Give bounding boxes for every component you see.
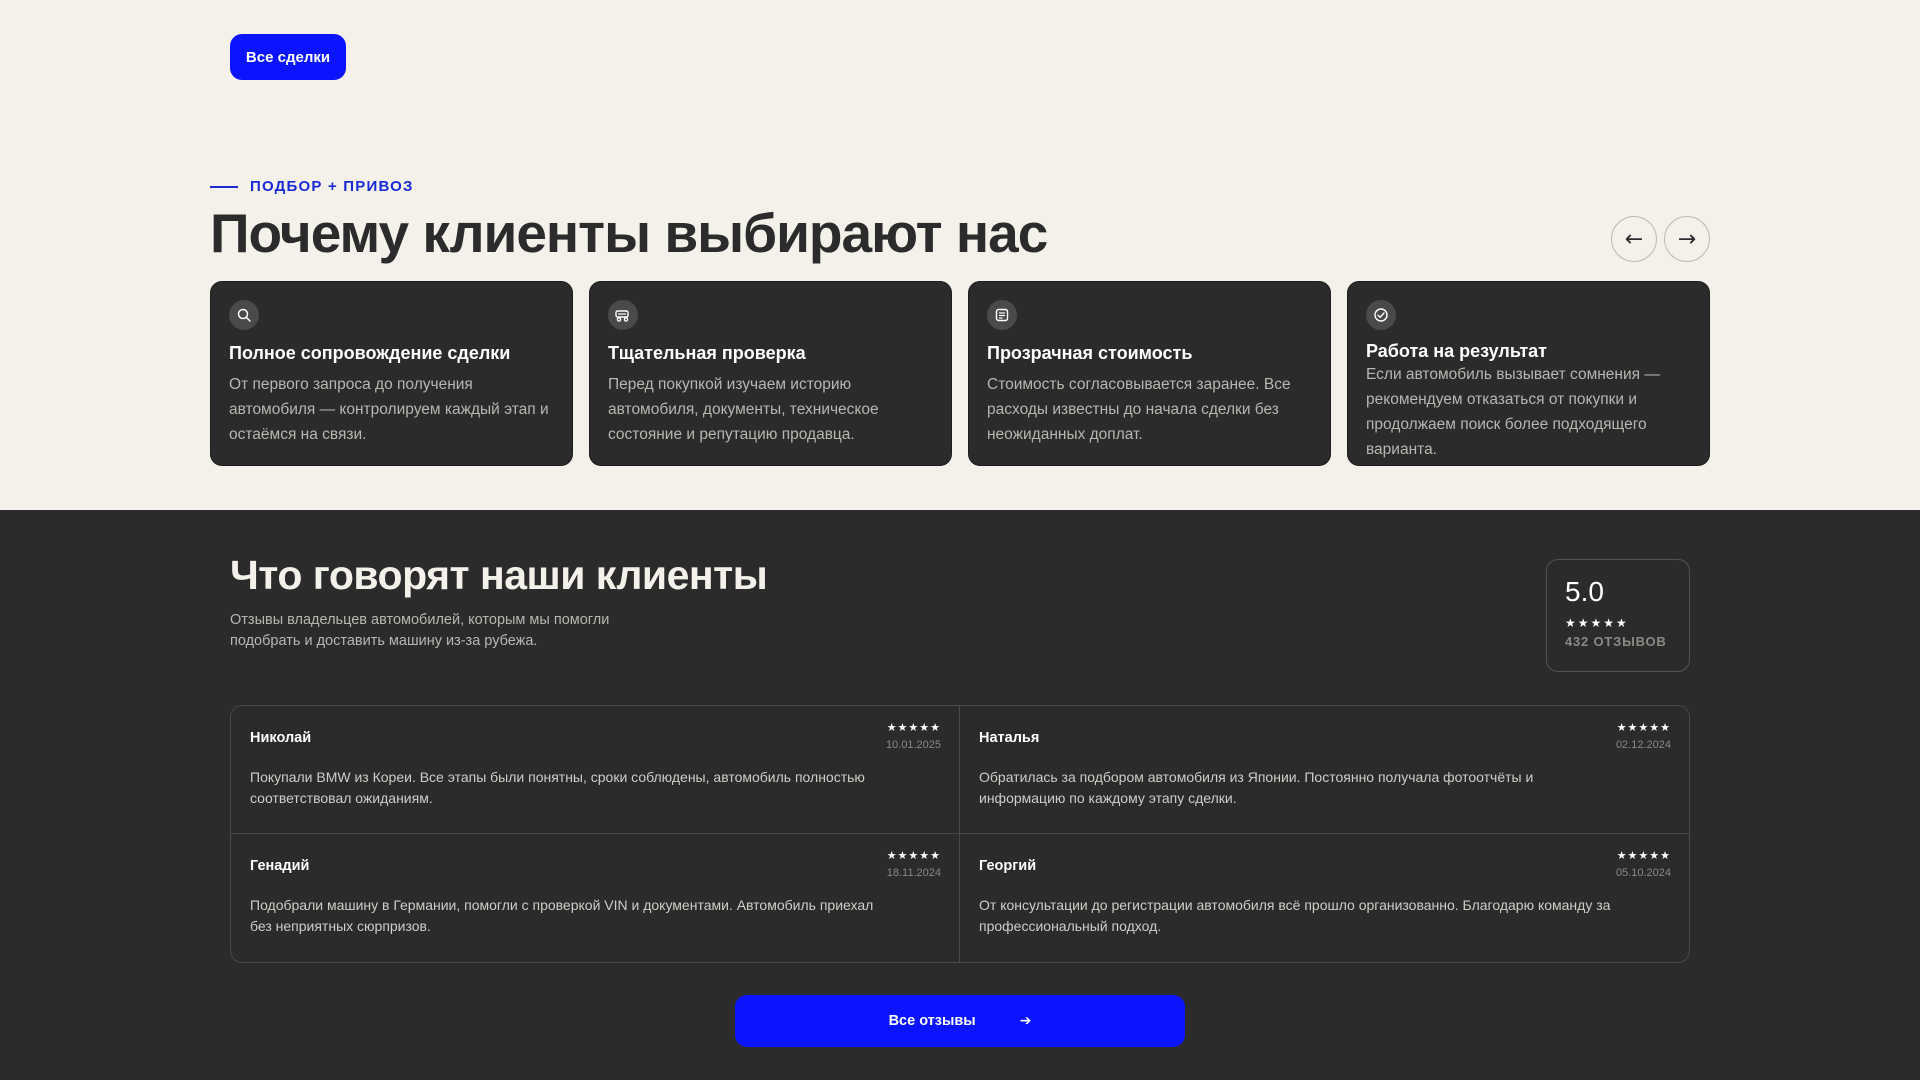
review-author: Георгий xyxy=(979,858,1037,874)
review-text: Покупали BMW из Кореи. Все этапы были по… xyxy=(250,769,865,806)
reviews-title: Что говорят наши клиенты xyxy=(230,552,768,598)
all-deals-button[interactable]: Все сделки xyxy=(230,34,346,80)
feature-card: Полное сопровождение сделки От первого з… xyxy=(210,281,573,466)
review-text: Обратилась за подбором автомобиля из Япо… xyxy=(979,769,1534,806)
feature-title: Работа на результат xyxy=(1366,341,1547,361)
feature-text: Перед покупкой изучаем историю автомобил… xyxy=(608,376,879,443)
review-author: Николай xyxy=(250,730,312,746)
search-icon xyxy=(229,300,259,330)
document-icon xyxy=(987,300,1017,330)
feature-card: Тщательная проверка Перед покупкой изуча… xyxy=(589,281,952,466)
review-date: 05.10.2024 xyxy=(1615,867,1671,879)
arrow-right-icon: ➔ xyxy=(1019,1013,1032,1029)
all-reviews-label: Все отзывы xyxy=(888,1013,976,1029)
review-date: 18.11.2024 xyxy=(886,867,941,879)
features-carousel: Полное сопровождение сделки От первого з… xyxy=(210,281,1710,466)
feature-text: Стоимость согласовывается заранее. Все р… xyxy=(987,376,1291,443)
rating-value: 5.0 xyxy=(1565,576,1604,607)
feature-title: Прозрачная стоимость xyxy=(987,343,1193,363)
review-date: 10.01.2025 xyxy=(885,739,941,751)
carousel-prev-button[interactable]: ← xyxy=(1611,216,1657,262)
all-reviews-button[interactable]: Все отзывы ➔ xyxy=(735,995,1185,1047)
reviews-subtitle: Отзывы владельцев автомобилей, которым м… xyxy=(230,612,610,649)
review-text: Подобрали машину в Германии, помогли с п… xyxy=(250,897,874,934)
review-card: Георгий ★★★★★ 05.10.2024 От консультации… xyxy=(960,834,1689,962)
section-eyebrow: ПОДБОР + ПРИВОЗ xyxy=(210,178,414,195)
eyebrow-line xyxy=(210,185,238,188)
review-stars: ★★★★★ xyxy=(1616,721,1671,734)
review-card: Наталья ★★★★★ 02.12.2024 Обратилась за п… xyxy=(960,706,1689,834)
feature-card: Прозрачная стоимость Стоимость согласовы… xyxy=(968,281,1331,466)
reviews-section: Что говорят наши клиенты Отзывы владельц… xyxy=(0,510,1920,1080)
reviews-grid: Николай ★★★★★ 10.01.2025 Покупали BMW из… xyxy=(230,705,1690,963)
review-stars: ★★★★★ xyxy=(886,849,941,862)
review-card: Генадий ★★★★★ 18.11.2024 Подобрали машин… xyxy=(231,834,960,962)
rating-summary: 5.0 ★★★★★ 432 ОТЗЫВОВ xyxy=(1546,559,1690,672)
page-title: Почему клиенты выбирают нас xyxy=(210,202,1048,264)
feature-card: Работа на результат Если автомобиль вызы… xyxy=(1347,281,1710,466)
review-author: Наталья xyxy=(979,730,1040,746)
rating-stars: ★★★★★ xyxy=(1565,616,1629,630)
feature-text: Если автомобиль вызывает сомнения — реко… xyxy=(1366,366,1660,458)
feature-title: Тщательная проверка xyxy=(608,343,806,363)
review-stars: ★★★★★ xyxy=(886,721,941,734)
rating-count: 432 ОТЗЫВОВ xyxy=(1565,634,1667,649)
eyebrow-text: ПОДБОР + ПРИВОЗ xyxy=(250,178,414,195)
feature-text: От первого запроса до получения автомоби… xyxy=(229,376,549,443)
why-us-section: Все сделки ПОДБОР + ПРИВОЗ Почему клиент… xyxy=(0,0,1920,510)
review-text: От консультации до регистрации автомобил… xyxy=(979,897,1611,934)
car-check-icon xyxy=(608,300,638,330)
carousel-next-button[interactable]: → xyxy=(1664,216,1710,262)
check-circle-icon xyxy=(1366,300,1396,330)
review-date: 02.12.2024 xyxy=(1615,739,1671,751)
feature-title: Полное сопровождение сделки xyxy=(229,343,511,363)
review-stars: ★★★★★ xyxy=(1616,849,1671,862)
review-card: Николай ★★★★★ 10.01.2025 Покупали BMW из… xyxy=(231,706,960,834)
review-author: Генадий xyxy=(250,858,310,874)
